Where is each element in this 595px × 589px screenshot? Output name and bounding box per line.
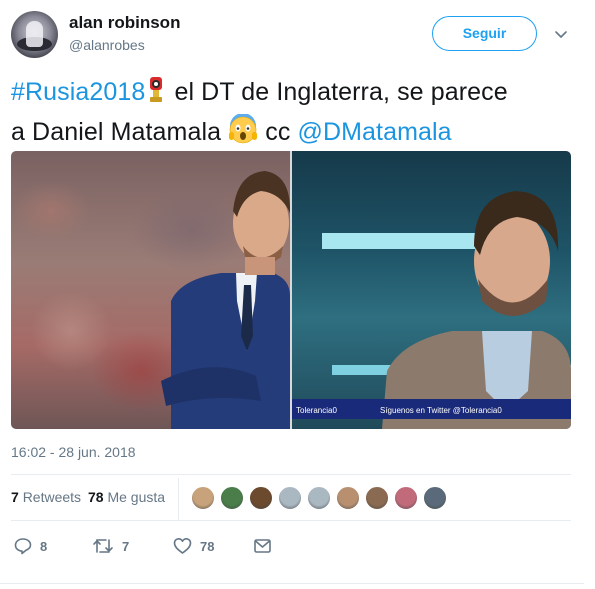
divider xyxy=(0,583,584,584)
liker-avatar[interactable] xyxy=(307,486,331,510)
likes-stat[interactable]: 78 Me gusta xyxy=(88,489,165,505)
retweets-label: Retweets xyxy=(22,489,82,505)
tweet-timestamp[interactable]: 16:02 - 28 jun. 2018 xyxy=(11,444,136,460)
liker-avatar[interactable] xyxy=(191,486,215,510)
tv-ticker-left: Tolerancia0 xyxy=(296,406,337,415)
hashtag-link[interactable]: #Rusia2018 xyxy=(11,78,145,106)
divider xyxy=(11,520,571,521)
avatar[interactable] xyxy=(11,11,58,58)
follow-button[interactable]: Seguir xyxy=(432,16,537,51)
world-cup-trophy-icon xyxy=(145,76,167,114)
stats-separator xyxy=(178,478,179,520)
liker-avatar[interactable] xyxy=(220,486,244,510)
retweet-button[interactable]: 7 xyxy=(92,536,129,556)
tweet-text-part2: a Daniel Matamala xyxy=(11,118,229,146)
likes-label: Me gusta xyxy=(107,489,166,505)
tv-studio-man-illustration: Tolerancia0 Síguenos en Twitter @Toleran… xyxy=(292,191,571,429)
reply-button[interactable]: 8 xyxy=(14,536,47,556)
tweet-text: #Rusia2018 el DT de Inglaterra, se parec… xyxy=(11,74,581,154)
author-handle[interactable]: @alanrobes xyxy=(69,37,145,53)
screaming-face-icon xyxy=(228,113,258,154)
tv-ticker-right: Síguenos en Twitter @Tolerancia0 xyxy=(380,406,502,415)
retweets-stat[interactable]: 7 Retweets xyxy=(11,489,81,505)
liker-avatar[interactable] xyxy=(394,486,418,510)
mention-link[interactable]: @DMatamala xyxy=(297,118,451,146)
like-count: 78 xyxy=(200,538,215,554)
retweet-icon xyxy=(93,539,113,553)
photo-right[interactable]: Tolerancia0 Síguenos en Twitter @Toleran… xyxy=(292,151,571,429)
chevron-down-icon[interactable] xyxy=(553,26,569,42)
liker-avatar[interactable] xyxy=(249,486,273,510)
liker-avatar[interactable] xyxy=(365,486,389,510)
avatar-figure xyxy=(26,21,43,47)
tweet-media[interactable]: Tolerancia0 Síguenos en Twitter @Toleran… xyxy=(11,151,571,429)
liker-avatar[interactable] xyxy=(423,486,447,510)
reply-count: 8 xyxy=(40,538,48,554)
like-button[interactable]: 78 xyxy=(173,536,214,556)
liker-avatar[interactable] xyxy=(278,486,302,510)
retweets-count: 7 xyxy=(11,489,19,505)
liker-avatar[interactable] xyxy=(336,486,360,510)
photo-left[interactable] xyxy=(11,151,291,429)
reply-icon xyxy=(14,538,32,555)
tweet-text-part3: cc xyxy=(258,118,298,146)
retweet-count: 7 xyxy=(122,538,130,554)
man-in-suit-illustration xyxy=(161,171,291,429)
envelope-icon xyxy=(254,539,271,553)
author-display-name[interactable]: alan robinson xyxy=(69,13,180,33)
likes-count: 78 xyxy=(88,489,104,505)
divider xyxy=(11,474,571,475)
direct-message-button[interactable] xyxy=(254,536,271,556)
heart-icon xyxy=(173,538,192,554)
tweet-text-part1: el DT de Inglaterra, se parece xyxy=(167,78,508,106)
